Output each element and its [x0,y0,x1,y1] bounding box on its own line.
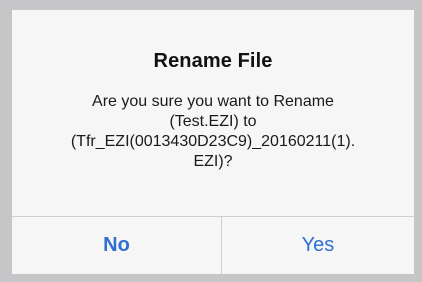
rename-file-dialog: Rename File Are you sure you want to Ren… [12,10,414,274]
backdrop-left [0,0,12,282]
dialog-message-line-2: (Test.EZI) to [169,113,257,130]
dialog-message: Are you sure you want to Rename (Test.EZ… [32,92,394,172]
no-button[interactable]: No [12,217,221,274]
backdrop-bottom [0,274,422,282]
yes-button[interactable]: Yes [222,217,414,274]
backdrop-right [414,0,422,282]
backdrop-top [0,0,422,10]
dialog-body: Rename File Are you sure you want to Ren… [12,10,414,216]
dialog-message-line-3: (Tfr_EZI(0013430D23C9)_20160211(1). [70,133,356,150]
dialog-title: Rename File [153,50,273,72]
dialog-message-line-1: Are you sure you want to Rename [92,93,334,110]
dialog-message-line-4: EZI)? [193,153,233,170]
